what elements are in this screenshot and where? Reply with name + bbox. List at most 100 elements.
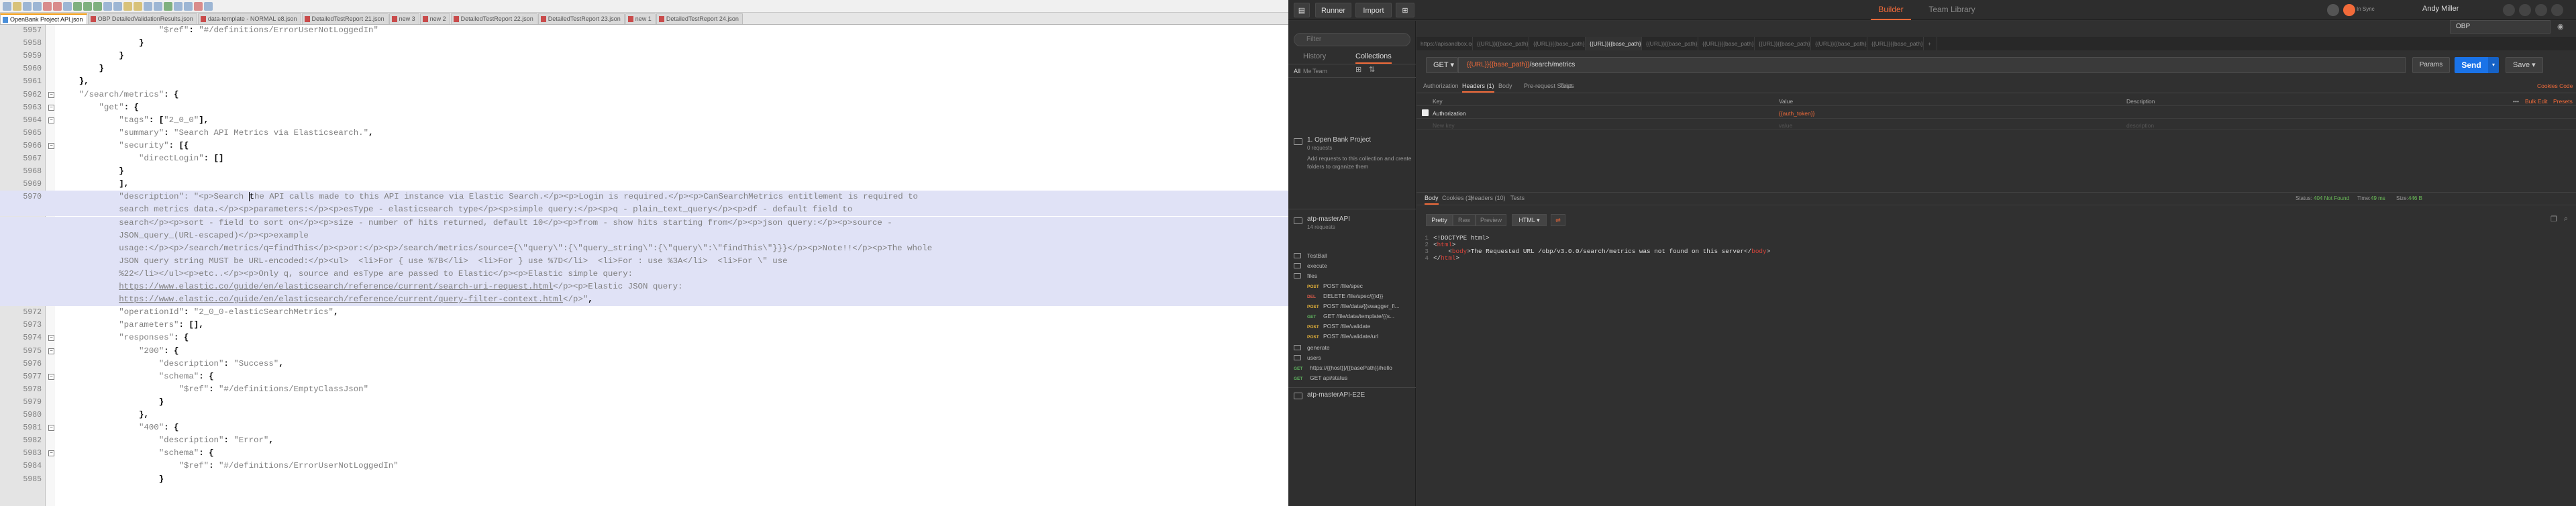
file-tab[interactable]: new 3 xyxy=(389,13,419,24)
fold-toggle-icon[interactable]: − xyxy=(48,450,54,457)
toggle-sidebar-button[interactable]: ▤ xyxy=(1294,3,1310,17)
request-tab[interactable]: {{URL}}{{base_path}}/banks xyxy=(1811,37,1867,50)
wrap-lines-icon[interactable]: ⇌ xyxy=(1551,214,1565,226)
request-subtab[interactable]: Tests xyxy=(1560,83,1574,89)
sync-icon[interactable] xyxy=(2327,4,2339,16)
print-icon[interactable] xyxy=(63,1,72,11)
sidebar-request[interactable]: DEL DELETE /file/spec/{{id}} xyxy=(1288,291,1416,301)
eye-icon[interactable]: ◉ xyxy=(2557,22,2564,31)
response-tab[interactable]: Headers (10) xyxy=(1470,195,1506,201)
method-select[interactable]: GET ▾ xyxy=(1426,57,1458,73)
request-tab[interactable]: {{URL}}{{base_path}}/banks xyxy=(1755,37,1811,50)
sidebar-folder[interactable]: execute xyxy=(1288,261,1416,271)
paste-icon[interactable] xyxy=(93,1,102,11)
header-checkbox[interactable] xyxy=(1422,109,1429,116)
play-macro-icon[interactable] xyxy=(204,1,213,11)
file-tab[interactable]: data-template - NORMAL e8.json xyxy=(197,13,301,24)
file-tab[interactable]: new 2 xyxy=(419,13,450,24)
fold-toggle-icon[interactable]: − xyxy=(48,335,54,342)
word-wrap-icon[interactable] xyxy=(174,1,183,11)
save-all-icon[interactable] xyxy=(33,1,42,11)
sidebar-folder[interactable]: files xyxy=(1288,271,1416,281)
send-button[interactable]: Send xyxy=(2455,57,2488,73)
request-subtab[interactable]: Body xyxy=(1498,83,1512,89)
sort-icon[interactable]: ⇅ xyxy=(1369,65,1375,74)
find-icon[interactable] xyxy=(123,1,132,11)
send-options-icon[interactable]: ▾ xyxy=(2488,57,2499,73)
collection-title[interactable]: atp-masterAPI-E2E xyxy=(1307,391,1414,399)
satellite-icon[interactable] xyxy=(2503,4,2515,16)
tab-collections[interactable]: Collections xyxy=(1355,52,1392,64)
new-key-input[interactable]: New key xyxy=(1433,121,1455,130)
file-tab[interactable]: new 1 xyxy=(625,13,656,24)
sidebar-request[interactable]: POST POST /file/data/{{swagger_fi... xyxy=(1288,301,1416,311)
new-collection-icon[interactable]: ⊞ xyxy=(1355,65,1361,74)
heart-icon[interactable] xyxy=(2551,4,2563,16)
notifications-icon[interactable] xyxy=(2535,4,2547,16)
file-tab[interactable]: DetailedTestReport 22.json xyxy=(450,13,537,24)
url-input[interactable]: {{URL}}{{base_path}}/search/metrics xyxy=(1458,57,2406,73)
runner-button[interactable]: Runner xyxy=(1315,3,1351,17)
response-tab[interactable]: Cookies (1) xyxy=(1442,195,1473,201)
import-button[interactable]: Import xyxy=(1355,3,1392,17)
filter-me[interactable]: Me xyxy=(1303,68,1312,74)
file-tab[interactable]: OpenBank Project API.json xyxy=(0,13,87,24)
collection-title[interactable]: atp-masterAPI xyxy=(1307,215,1414,223)
pretty-button[interactable]: Pretty xyxy=(1426,214,1453,226)
cookies-code-links[interactable]: Cookies Code xyxy=(2537,83,2573,89)
request-tab[interactable]: https://apisandbox.openba xyxy=(1416,37,1473,50)
request-subtab[interactable]: Authorization xyxy=(1423,83,1459,89)
request-tab[interactable]: {{URL}}{{base_path}}/banks xyxy=(1867,37,1924,50)
settings-icon[interactable] xyxy=(2519,4,2531,16)
request-tab[interactable]: {{URL}}{{base_path}}/custo xyxy=(1698,37,1755,50)
fold-toggle-icon[interactable]: − xyxy=(48,373,54,380)
zoom-out-icon[interactable] xyxy=(154,1,162,11)
add-tab-icon[interactable]: + xyxy=(1924,37,1937,50)
user-menu[interactable]: Andy Miller xyxy=(2422,5,2459,13)
file-tab[interactable]: DetailedTestReport 21.json xyxy=(301,13,389,24)
in-sync-status-icon[interactable] xyxy=(2343,4,2355,16)
collection-title[interactable]: 1. Open Bank Project xyxy=(1307,136,1414,144)
request-tab[interactable]: {{URL}}{{base_path}}/accou xyxy=(1473,37,1529,50)
zoom-in-icon[interactable] xyxy=(144,1,152,11)
close-all-icon[interactable] xyxy=(53,1,62,11)
sidebar-request[interactable]: POST POST /file/spec xyxy=(1288,281,1416,291)
fold-toggle-icon[interactable]: − xyxy=(48,117,54,123)
response-tab[interactable]: Body xyxy=(1425,195,1439,205)
new-description-input[interactable]: description xyxy=(2126,121,2154,130)
fold-toggle-icon[interactable]: − xyxy=(48,348,54,354)
cut-icon[interactable] xyxy=(73,1,82,11)
new-tab-button[interactable]: ⊞ xyxy=(1396,3,1414,17)
sidebar-request[interactable]: POST POST /file/validate xyxy=(1288,321,1416,332)
request-tab[interactable]: {{URL}}{{base_path}}/custo xyxy=(1642,37,1698,50)
redo-icon[interactable] xyxy=(113,1,122,11)
sidebar-folder[interactable]: generate xyxy=(1288,343,1416,353)
tab-builder[interactable]: Builder xyxy=(1871,0,1911,20)
filter-all[interactable]: All xyxy=(1294,68,1300,74)
filter-input[interactable]: Filter xyxy=(1294,33,1410,46)
preview-button[interactable]: Preview xyxy=(1476,214,1506,226)
close-icon[interactable] xyxy=(43,1,52,11)
environment-select[interactable]: OBP xyxy=(2450,20,2551,34)
code-editor[interactable]: 5957 "$ref": "#/definitions/ErrorUserNot… xyxy=(0,25,1288,506)
sidebar-request[interactable]: GET https://{{host}}/{{basePath}}/hello xyxy=(1288,363,1416,373)
undo-icon[interactable] xyxy=(103,1,112,11)
format-select[interactable]: HTML ▾ xyxy=(1512,214,1547,226)
header-value[interactable]: {{auth_token}} xyxy=(1779,109,1814,118)
save-icon[interactable] xyxy=(23,1,32,11)
copy-response-icon[interactable]: ❐ xyxy=(2551,215,2557,223)
replace-icon[interactable] xyxy=(134,1,142,11)
fold-toggle-icon[interactable]: − xyxy=(48,104,54,111)
params-button[interactable]: Params xyxy=(2412,57,2450,73)
sidebar-folder[interactable]: users xyxy=(1288,353,1416,363)
request-tab[interactable]: {{URL}}{{base_path}}/ × xyxy=(1586,37,1642,50)
sidebar-folder[interactable]: TestBall xyxy=(1288,251,1416,261)
header-key[interactable]: Authorization xyxy=(1433,109,1466,118)
bulk-edit-link[interactable]: Bulk Edit xyxy=(2525,97,2548,106)
more-icon[interactable]: ••• xyxy=(2513,97,2519,106)
request-subtab[interactable]: Headers (1) xyxy=(1462,83,1494,93)
tab-team-library[interactable]: Team Library xyxy=(1922,0,1982,20)
sidebar-request[interactable]: GET GET api/status xyxy=(1288,373,1416,383)
fold-toggle-icon[interactable]: − xyxy=(48,91,54,98)
presets-link[interactable]: Presets xyxy=(2553,97,2573,106)
